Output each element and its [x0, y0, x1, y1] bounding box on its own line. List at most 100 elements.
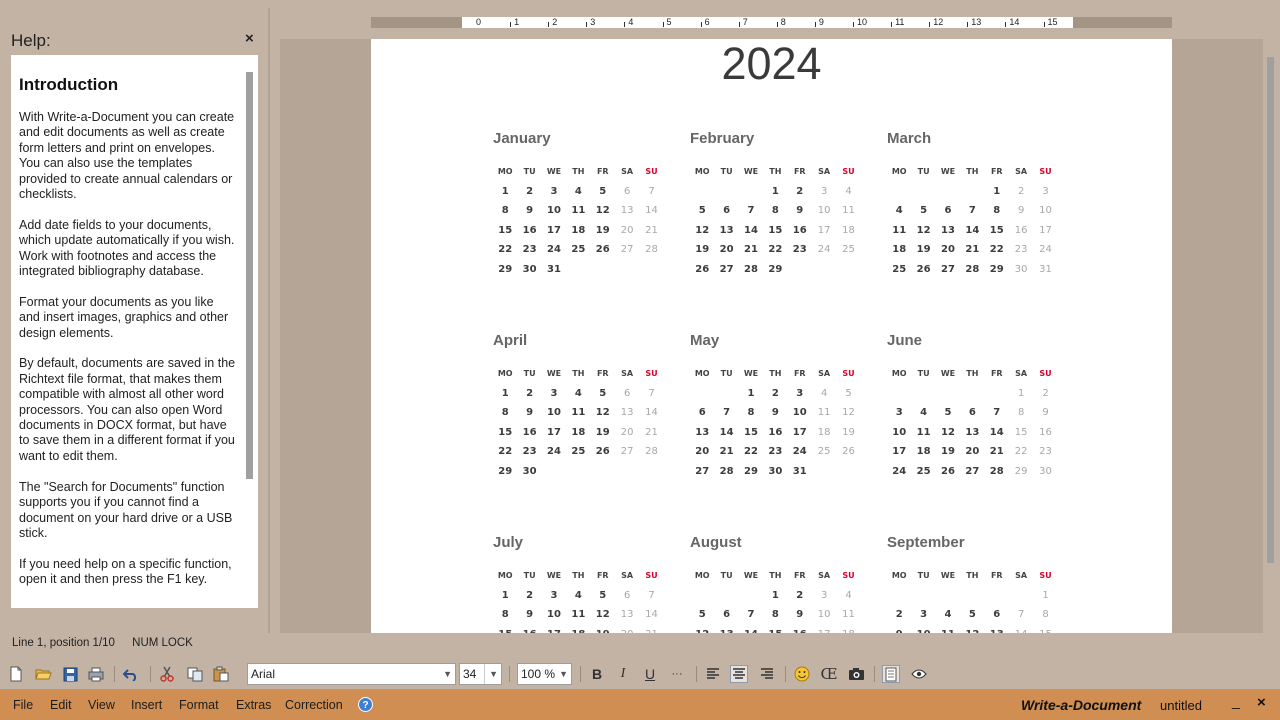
open-folder-icon[interactable]	[34, 665, 52, 683]
calendar-day: 22	[498, 446, 513, 458]
smiley-icon[interactable]	[793, 665, 811, 683]
calendar-day: 13	[719, 224, 734, 236]
calendar-day: 8	[771, 609, 779, 621]
calendar-day: 25	[571, 446, 586, 458]
save-icon[interactable]	[61, 665, 79, 683]
menu-format[interactable]: Format	[179, 698, 219, 712]
calendar-day: 10	[547, 407, 561, 419]
ruler[interactable]: 0 1 2 3 4 5 6 7 8 9 10 11 12 13 14 15	[371, 17, 1172, 28]
weekday-label: SA	[818, 166, 831, 176]
calendar-day: 30	[1014, 263, 1028, 275]
calendar-day: 14	[719, 426, 734, 438]
zoom-select[interactable]: 100 % ▼	[517, 663, 572, 685]
special-char-icon[interactable]: Œ	[820, 665, 838, 683]
calendar-week: 1 2 3 4 5 6 7	[493, 182, 673, 202]
weekday-label: SU	[1039, 368, 1052, 378]
ruler-tick	[738, 22, 740, 27]
weekday-label: TH	[769, 570, 782, 580]
calendar-day: 25	[842, 244, 855, 256]
help-paragraph: By default, documents are saved in the R…	[19, 356, 236, 463]
document-workspace[interactable]: 2024 January MO TU WE TH FR SA SU 1 2 3 4 5 6 7 8 9 10 11 1…	[280, 39, 1263, 633]
calendar-week: 5 6 7 8 9 10 11	[690, 201, 870, 221]
paste-icon[interactable]	[212, 665, 230, 683]
cut-icon[interactable]	[158, 665, 176, 683]
calendar-week: 12	[887, 384, 1067, 404]
calendar-day: 5	[698, 609, 706, 621]
weekday-label: TH	[769, 166, 782, 176]
font-size-select[interactable]: 34 ▼	[459, 663, 502, 685]
bold-icon[interactable]: B	[588, 665, 606, 683]
weekday-label: FR	[596, 368, 609, 378]
calendar-month: April MO TU WE TH FR SA SU 1 2 3 4 5 6 7 8 9 10 11 12 13 14 15…	[493, 331, 673, 481]
calendar-day: 19	[916, 244, 931, 256]
menu-view[interactable]: View	[88, 698, 115, 712]
minimize-button[interactable]: _	[1232, 693, 1240, 709]
calendar-week: 9101112131415	[887, 625, 1067, 633]
weekday-label: SA	[1015, 368, 1028, 378]
numlock-indicator: NUM LOCK	[132, 637, 193, 649]
calendar-day: 5	[920, 205, 928, 217]
calendar-day: 9	[1042, 407, 1049, 419]
help-heading: Introduction	[19, 75, 119, 94]
document-page[interactable]: 2024 January MO TU WE TH FR SA SU 1 2 3 4 5 6 7 8 9 10 11 1…	[371, 39, 1172, 633]
calendar-day: 2	[526, 185, 534, 197]
calendar-day: 16	[788, 629, 812, 633]
eye-icon[interactable]	[910, 665, 928, 683]
calendar-day: 27	[620, 446, 634, 458]
calendar-day: 6	[944, 205, 952, 217]
calendar-week: 6 7 8 9 10 11 12	[690, 403, 870, 423]
menu-correction[interactable]: Correction	[285, 698, 343, 712]
calendar-day: 4	[895, 205, 903, 217]
copy-icon[interactable]	[186, 665, 204, 683]
print-icon[interactable]	[87, 665, 105, 683]
align-right-icon[interactable]	[758, 665, 776, 683]
calendar-week: 17 18 19 20 21 22 23	[887, 442, 1067, 462]
calendar-day: 13	[695, 426, 710, 438]
calendar-day: 3	[820, 185, 828, 197]
month-name: February	[690, 130, 755, 147]
undo-icon[interactable]	[122, 665, 140, 683]
align-left-icon[interactable]	[704, 665, 722, 683]
close-button[interactable]: ×	[1257, 694, 1266, 711]
ruler-number: 10	[857, 17, 868, 27]
weekday-label: SU	[645, 368, 658, 378]
help-icon[interactable]: ?	[358, 697, 373, 712]
calendar-month: June MO TU WE TH FR SA SU 1 2 3 4 5 6 7 8 9 10 11 12 13 14 15 1…	[887, 331, 1067, 481]
ruler-number: 1	[514, 17, 520, 27]
new-document-icon[interactable]	[7, 665, 25, 683]
calendar-day: 7	[993, 407, 1001, 419]
help-scrollbar-thumb[interactable]	[246, 72, 253, 479]
camera-icon[interactable]	[847, 665, 865, 683]
calendar-week: 15 16 17 18 19 20 21	[493, 221, 673, 241]
menu-extras[interactable]: Extras	[236, 698, 271, 712]
calendar-day: 29	[1014, 465, 1028, 477]
help-scrollbar-track[interactable]	[254, 115, 258, 608]
calendar-day: 26	[941, 465, 955, 477]
calendar-month: JulyMOTUWETHFRSASU1234567891011121314151…	[493, 533, 673, 633]
calendar-day: 15	[763, 629, 787, 633]
document-scrollbar-thumb[interactable]	[1267, 57, 1274, 563]
help-close-icon[interactable]: ×	[245, 30, 254, 48]
weekday-label: TU	[720, 166, 733, 176]
calendar-day: 5	[599, 387, 607, 399]
calendar-week: 18 19 20 21 22 23 24	[887, 240, 1067, 260]
calendar-day: 4	[944, 609, 952, 621]
weekday-label: TH	[966, 570, 979, 580]
weekday-label: FR	[596, 166, 609, 176]
ruler-tick	[662, 22, 664, 27]
calendar-day: 3	[550, 387, 558, 399]
underline-icon[interactable]: U	[641, 665, 659, 683]
page-view-icon[interactable]	[882, 665, 900, 683]
more-icon[interactable]: ···	[668, 665, 686, 683]
calendar-day: 16	[768, 426, 783, 438]
calendar-day: 24	[892, 465, 907, 477]
italic-icon[interactable]: I	[614, 665, 632, 683]
menu-file[interactable]: File	[13, 698, 33, 712]
calendar-day: 6	[723, 609, 731, 621]
menu-insert[interactable]: Insert	[131, 698, 162, 712]
panel-divider[interactable]	[268, 8, 270, 633]
align-center-icon[interactable]	[730, 665, 748, 683]
font-family-select[interactable]: Arial ▼	[247, 663, 456, 685]
weekday-label: TH	[966, 166, 979, 176]
menu-edit[interactable]: Edit	[50, 698, 72, 712]
